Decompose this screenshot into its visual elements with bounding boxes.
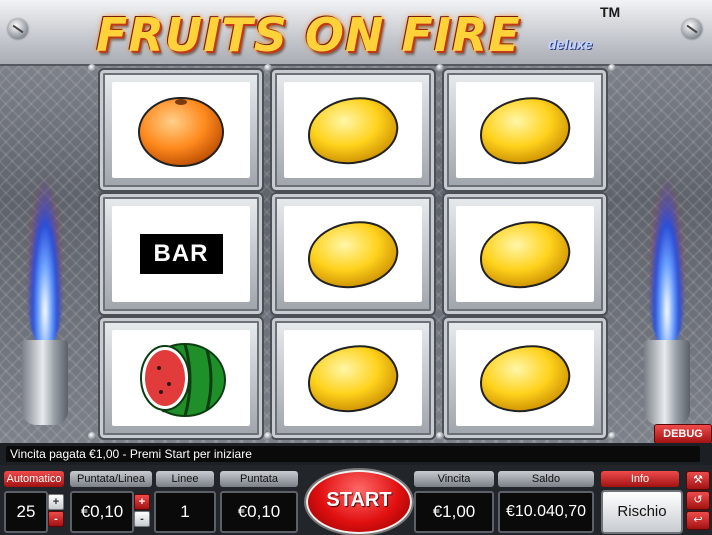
linee-value: 1 [154,491,216,533]
reel-cell-r2-c1: BAR [98,192,264,316]
bolt-icon [88,64,96,72]
bolt-icon [88,432,96,440]
puntata-linea-label: Puntata/Linea [70,471,152,487]
automatico-button[interactable]: Automatico [4,471,64,487]
lemon-icon [307,221,399,289]
saldo-label: Saldo [498,471,594,487]
lemon-icon [479,221,571,289]
lemon-icon [479,97,571,165]
rischio-button[interactable]: Rischio [601,490,683,534]
puntata-label: Puntata [220,471,298,487]
wrench-icon[interactable]: ⚒ [686,471,710,490]
reel-cell-r3-c1 [98,316,264,440]
reel-cell-r3-c2 [270,316,436,440]
reel-cell-r1-c2 [270,68,436,192]
bar-symbol: BAR [139,234,223,274]
orange-icon [138,97,224,167]
symbol-slot: BAR [112,206,250,302]
vincita-value: €1,00 [414,491,494,533]
saldo-value: €10.040,70 [498,491,594,533]
exit-icon[interactable]: ↩ [686,511,710,530]
reel-cell-r3-c3 [442,316,608,440]
bolt-icon [436,432,444,440]
game-logo: FRUITS ON FIRE deluxe TM [96,4,620,62]
symbol-slot [112,82,250,178]
status-message: Vincita pagata €1,00 - Premi Start per i… [6,446,700,462]
reel-cell-r1-c3 [442,68,608,192]
info-button[interactable]: Info [601,471,679,487]
torch-nozzle [644,340,690,425]
bolt-icon [436,64,444,72]
puntata-value: €0,10 [220,491,298,533]
screw-icon [682,19,702,39]
logo-subtitle: deluxe [548,36,593,52]
flame-icon [648,175,686,345]
symbol-slot [284,206,422,302]
symbol-slot [456,82,594,178]
history-icon[interactable]: ↺ [686,491,710,510]
debug-button[interactable]: DEBUG [654,424,712,444]
symbol-slot [284,82,422,178]
lemon-icon [479,345,571,413]
left-torch [20,175,70,425]
vincita-label: Vincita [414,471,494,487]
logo-title: FRUITS ON FIRE [96,8,521,62]
right-torch [642,175,692,425]
reel-cell-r2-c3 [442,192,608,316]
title-bar: FRUITS ON FIRE deluxe TM [0,0,712,66]
bolt-icon [264,432,272,440]
bolt-icon [608,432,616,440]
lemon-icon [307,345,399,413]
automatico-minus-button[interactable]: - [48,511,64,527]
bolt-icon [608,64,616,72]
start-button[interactable]: START [306,470,412,534]
automatico-value: 25 [4,491,48,533]
symbol-slot [456,206,594,302]
symbol-slot [112,330,250,426]
puntata-linea-minus-button[interactable]: - [134,511,150,527]
bolt-icon [264,64,272,72]
symbol-slot [284,330,422,426]
flame-icon [26,175,64,345]
reel-cell-r1-c1 [98,68,264,192]
lemon-icon [307,97,399,165]
symbol-slot [456,330,594,426]
linee-label: Linee [156,471,214,487]
automatico-plus-button[interactable]: + [48,494,64,510]
watermelon-icon [140,343,226,417]
screw-icon [8,19,28,39]
puntata-linea-plus-button[interactable]: + [134,494,150,510]
reel-cell-r2-c2 [270,192,436,316]
puntata-linea-value: €0,10 [70,491,134,533]
logo-trademark: TM [600,4,621,20]
torch-nozzle [22,340,68,425]
